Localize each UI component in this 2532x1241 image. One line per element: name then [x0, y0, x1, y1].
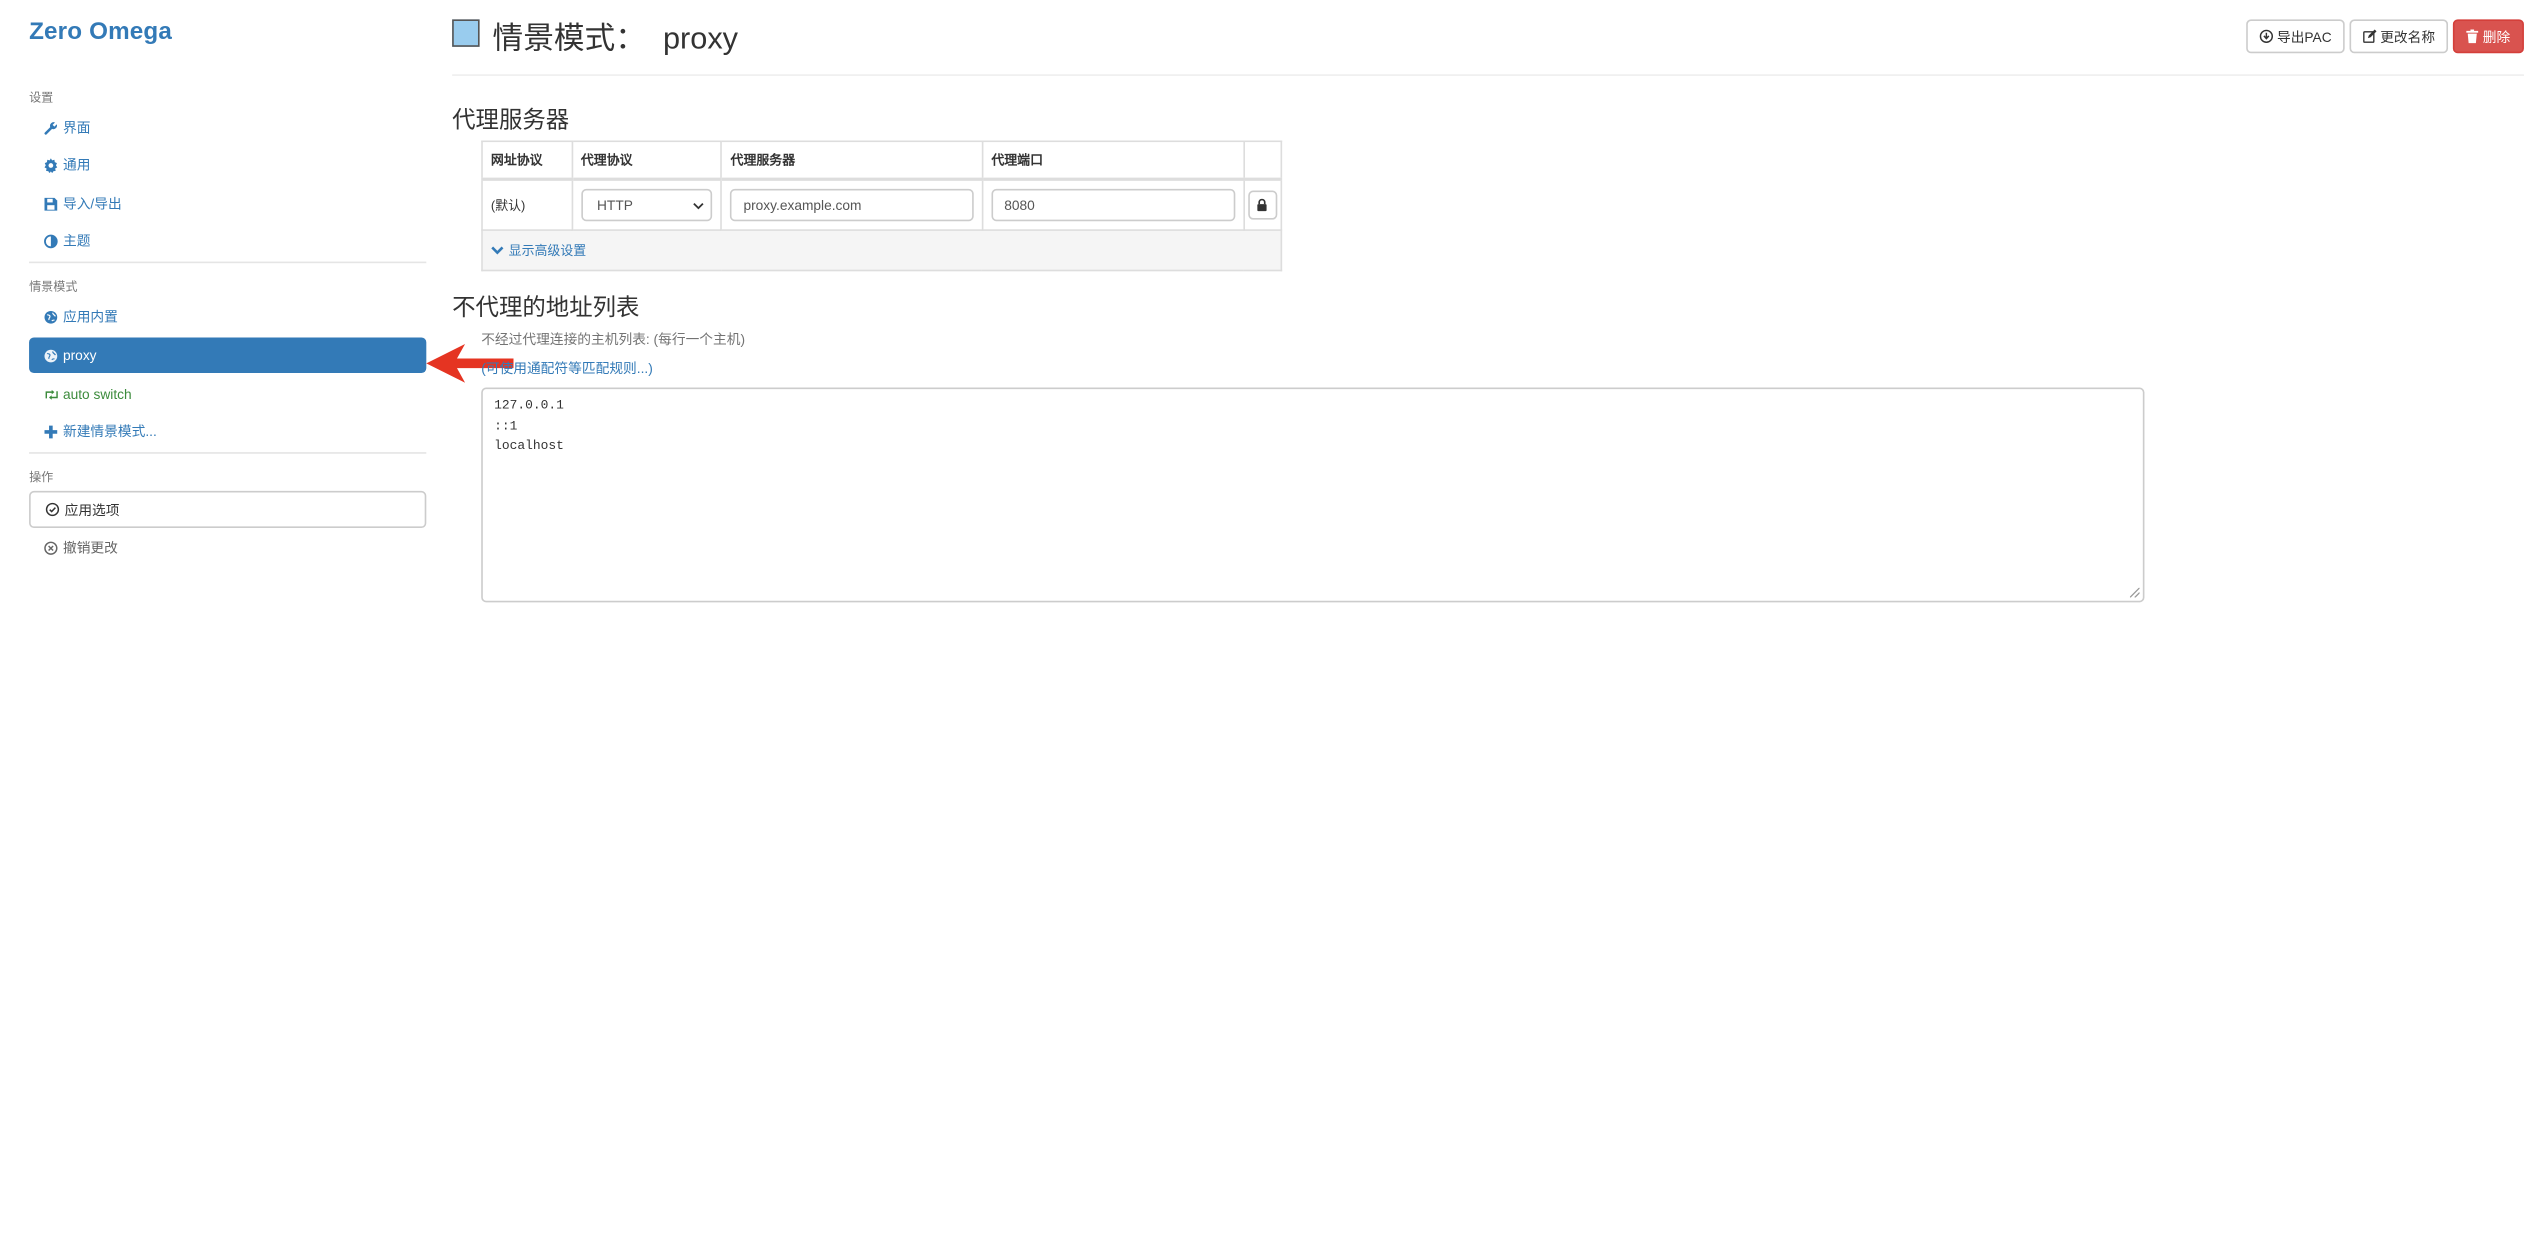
section-header-actions: 操作 — [29, 469, 54, 485]
bypass-line: 127.0.0.1 — [494, 398, 564, 414]
proxy-port-input[interactable]: 8080 — [991, 188, 1236, 222]
column-header-port: 代理端口 — [981, 140, 1245, 181]
revert-changes-label: 撤销更改 — [62, 539, 118, 556]
sidebar-item-label: 界面 — [62, 119, 91, 136]
sidebar-item-label: 应用内置 — [62, 308, 118, 325]
sidebar-item-label: 通用 — [62, 156, 91, 173]
column-header-server: 代理服务器 — [720, 140, 984, 181]
sidebar-item-label: 导入/导出 — [62, 195, 122, 212]
contrast-icon — [44, 233, 60, 249]
download-icon — [2259, 29, 2274, 44]
auth-cell — [1243, 178, 1283, 231]
protocol-cell: HTTP — [571, 178, 723, 231]
close-circle-icon — [44, 539, 60, 555]
proxy-host-placeholder: proxy.example.com — [743, 197, 862, 214]
proxy-servers-table: 网址协议 代理协议 代理服务器 代理端口 (默认) HTTP proxy.exa… — [481, 140, 1283, 272]
bypass-list-heading: 不代理的地址列表 — [452, 295, 640, 322]
sidebar-item-ui[interactable]: 界面 — [29, 110, 426, 146]
sidebar-item-label: 新建情景模式... — [62, 423, 157, 440]
check-circle-icon — [45, 501, 61, 517]
sidebar-item-label: 主题 — [62, 232, 91, 249]
app-brand[interactable]: Zero Omega — [29, 18, 172, 45]
rename-button[interactable]: 更改名称 — [2349, 19, 2449, 54]
sidebar-item-builtin[interactable]: 应用内置 — [29, 299, 426, 335]
header-divider — [452, 74, 2524, 76]
bypass-line: ::1 — [494, 419, 518, 434]
sidebar-item-label: auto switch — [62, 385, 132, 403]
proxy-port-placeholder: 8080 — [1004, 197, 1035, 214]
column-header-actions — [1243, 140, 1283, 181]
sidebar-item-proxy[interactable]: proxy — [29, 337, 427, 374]
bypass-list-textarea[interactable]: 127.0.0.1 ::1 localhost — [481, 387, 2145, 603]
retweet-icon — [44, 386, 60, 402]
wrench-icon — [44, 119, 60, 135]
column-header-scheme: 网址协议 — [481, 140, 573, 181]
export-pac-label: 导出PAC — [2276, 28, 2332, 45]
advanced-row: 显示高级设置 — [481, 229, 1283, 272]
apply-options-label: 应用选项 — [64, 501, 120, 518]
sidebar-item-label: proxy — [62, 347, 97, 364]
scheme-cell: (默认) — [481, 178, 573, 231]
chevron-down-icon — [693, 201, 705, 209]
wildcard-rules-link[interactable]: (可使用通配符等匹配规则...) — [481, 358, 653, 377]
auth-button[interactable] — [1248, 190, 1278, 220]
bypass-line: localhost — [494, 439, 564, 454]
show-advanced-toggle[interactable]: 显示高级设置 — [491, 241, 586, 259]
apply-options-button[interactable]: 应用选项 — [29, 490, 427, 529]
globe-icon — [44, 347, 60, 363]
delete-button[interactable]: 删除 — [2452, 19, 2524, 54]
export-pac-button[interactable]: 导出PAC — [2246, 19, 2345, 54]
column-header-protocol: 代理协议 — [571, 140, 723, 181]
advanced-cell: 显示高级设置 — [481, 229, 1283, 272]
server-cell: proxy.example.com — [720, 178, 984, 231]
sidebar-item-theme[interactable]: 主题 — [29, 223, 426, 259]
table-row: (默认) HTTP proxy.example.com 8080 — [481, 178, 1283, 231]
bypass-help-text: 不经过代理连接的主机列表: (每行一个主机) — [481, 331, 746, 348]
sidebar-item-new-profile[interactable]: 新建情景模式... — [29, 413, 426, 449]
sidebar-divider — [29, 261, 427, 264]
show-advanced-label: 显示高级设置 — [508, 243, 587, 258]
sidebar-divider — [29, 452, 427, 454]
profile-color-swatch[interactable] — [452, 19, 480, 47]
section-header-settings: 设置 — [29, 90, 54, 105]
edit-icon — [2362, 29, 2377, 44]
proxy-host-input[interactable]: proxy.example.com — [730, 188, 974, 222]
sidebar-item-import-export[interactable]: 导入/导出 — [29, 186, 426, 222]
gear-icon — [44, 157, 60, 173]
protocol-select-value: HTTP — [597, 197, 633, 214]
lock-icon — [1257, 198, 1268, 212]
section-header-profiles: 情景模式 — [29, 279, 78, 294]
trash-icon — [2467, 29, 2480, 44]
sidebar-item-auto-switch[interactable]: auto switch — [29, 376, 426, 412]
resize-grip-icon[interactable] — [2129, 587, 2140, 598]
page-title: 情景模式： proxy — [492, 22, 739, 57]
protocol-select[interactable]: HTTP — [580, 188, 713, 222]
port-cell: 8080 — [981, 178, 1245, 231]
proxy-servers-heading: 代理服务器 — [452, 108, 570, 135]
delete-label: 删除 — [2482, 28, 2511, 45]
revert-changes-button[interactable]: 撤销更改 — [29, 530, 426, 566]
rename-label: 更改名称 — [2380, 28, 2436, 45]
sidebar-item-general[interactable]: 通用 — [29, 147, 426, 183]
plus-icon — [44, 423, 60, 439]
chevron-down-icon — [491, 245, 504, 255]
floppy-icon — [44, 195, 60, 211]
globe-icon — [44, 308, 60, 324]
